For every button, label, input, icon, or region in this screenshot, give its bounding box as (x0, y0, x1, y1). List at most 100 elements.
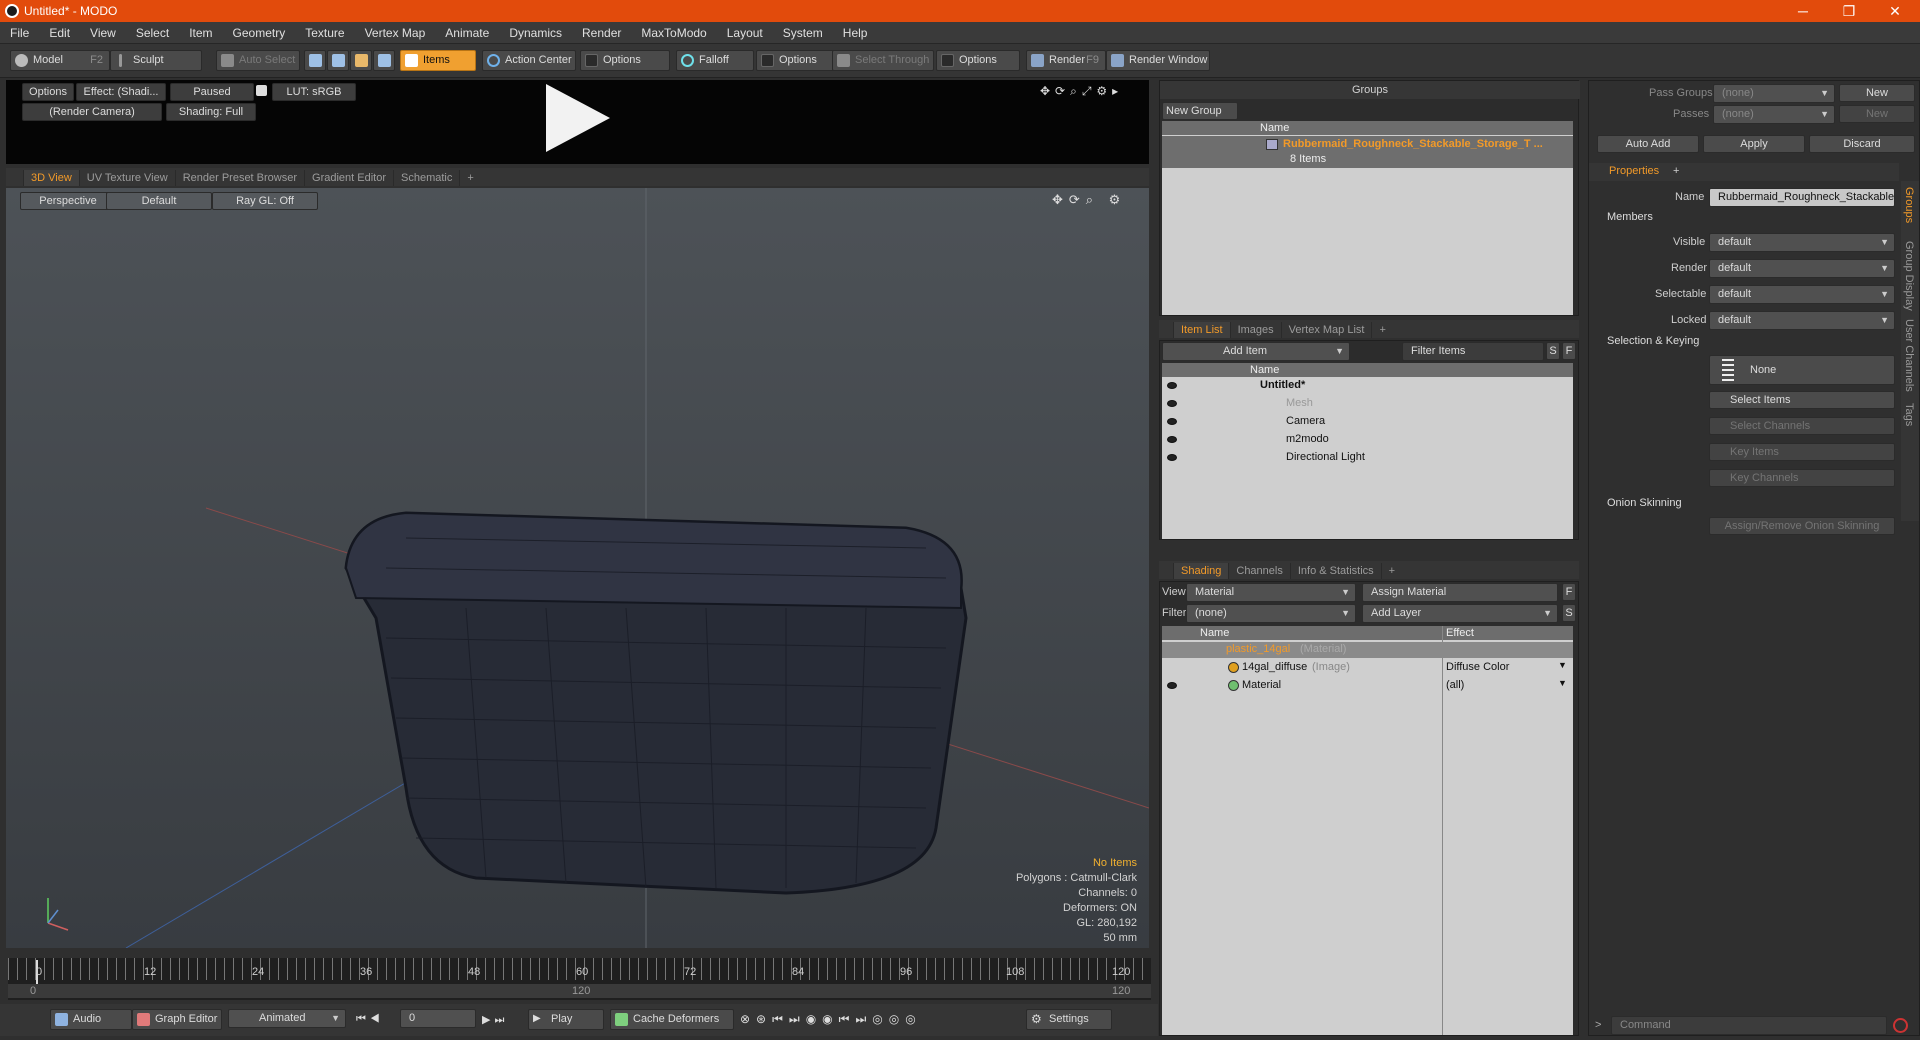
tab-channels[interactable]: Channels (1229, 563, 1291, 579)
new-group-button[interactable]: New Group (1162, 102, 1238, 120)
apply-button[interactable]: Apply (1703, 135, 1805, 153)
render-button[interactable]: Render F9 (1026, 50, 1106, 71)
list-item-camera[interactable]: Camera (1286, 415, 1325, 427)
shader-row-material[interactable]: Material (all) ▼ (1162, 678, 1573, 694)
auto-select-button[interactable]: Auto Select (216, 50, 300, 71)
visibility-eye-icon[interactable] (1167, 454, 1177, 461)
sculpt-mode-button[interactable]: Sculpt (110, 50, 202, 71)
menu-select[interactable]: Select (126, 26, 179, 40)
falloff-options-button[interactable]: Options (756, 50, 836, 71)
tab-gradient-editor[interactable]: Gradient Editor (305, 170, 394, 186)
group-row[interactable]: Rubbermaid_Roughneck_Stackable_Storage_T… (1162, 136, 1573, 168)
menu-animate[interactable]: Animate (435, 26, 499, 40)
shader-row-material-group[interactable]: plastic_14gal (Material) (1162, 642, 1573, 658)
menu-texture[interactable]: Texture (295, 26, 354, 40)
settings-button[interactable]: ⚙ Settings (1026, 1009, 1112, 1030)
graph-editor-button[interactable]: Graph Editor (132, 1009, 222, 1030)
visibility-eye-icon[interactable] (1167, 400, 1177, 407)
menu-layout[interactable]: Layout (717, 26, 773, 40)
select-items-button[interactable]: Select Items (1709, 391, 1895, 409)
tab-info-statistics[interactable]: Info & Statistics (1291, 563, 1382, 579)
tab-collapse-icon[interactable] (1159, 322, 1174, 338)
auto-add-button[interactable]: Auto Add (1597, 135, 1699, 153)
tab-add-button[interactable]: + (1372, 322, 1392, 338)
lock-icon[interactable] (256, 85, 267, 96)
selectable-dropdown[interactable]: default ▼ (1709, 285, 1895, 304)
animated-dropdown[interactable]: Animated ▼ (228, 1009, 346, 1028)
shading-s-button[interactable]: S (1562, 604, 1576, 622)
side-tab-user-channels[interactable]: User Channels (1903, 319, 1915, 392)
side-tab-tags[interactable]: Tags (1903, 403, 1915, 426)
tab-3d-view[interactable]: 3D View (24, 170, 80, 186)
pass-groups-dropdown[interactable]: (none) ▼ (1713, 84, 1835, 103)
action-center-button[interactable]: Action Center (482, 50, 576, 71)
vertices-mode-button[interactable] (304, 50, 326, 71)
list-item-m2modo[interactable]: m2modo (1286, 433, 1329, 445)
new-pass-button[interactable]: New (1839, 105, 1915, 123)
tab-vertex-map-list[interactable]: Vertex Map List (1282, 322, 1373, 338)
item-list-s-button[interactable]: S (1546, 342, 1560, 360)
list-item-mesh[interactable]: Mesh (1286, 397, 1313, 409)
add-item-dropdown[interactable]: Add Item ▼ (1162, 342, 1350, 361)
3d-viewport[interactable]: Perspective Default Ray GL: Off ✥⟳⌕ ⚙ No… (6, 188, 1149, 948)
side-tab-group-display[interactable]: Group Display (1903, 241, 1915, 311)
preview-camera-dropdown[interactable]: (Render Camera) (22, 103, 162, 121)
members-section[interactable]: Members (1607, 211, 1653, 223)
play-button[interactable]: ▶ Play (528, 1009, 604, 1030)
filter-items-input[interactable]: Filter Items (1402, 342, 1544, 361)
items-mode-button[interactable]: Items (400, 50, 476, 71)
menu-vertex-map[interactable]: Vertex Map (355, 26, 436, 40)
visibility-eye-icon[interactable] (1167, 436, 1177, 443)
menu-geometry[interactable]: Geometry (223, 26, 296, 40)
polygons-mode-button[interactable] (350, 50, 372, 71)
falloff-button[interactable]: Falloff (676, 50, 754, 71)
select-through-options-button[interactable]: Options (936, 50, 1020, 71)
filter-dropdown[interactable]: (none) ▼ (1186, 604, 1356, 623)
menu-maxtomodo[interactable]: MaxToModo (631, 26, 716, 40)
menu-view[interactable]: View (80, 26, 126, 40)
tab-add-button[interactable]: + (1382, 563, 1402, 579)
select-channels-button[interactable]: Select Channels (1709, 417, 1895, 435)
tab-add-button[interactable]: + (460, 170, 480, 186)
edges-mode-button[interactable] (327, 50, 349, 71)
shader-row-diffuse[interactable]: 14gal_diffuse (Image) Diffuse Color ▼ (1162, 660, 1573, 676)
visible-dropdown[interactable]: default ▼ (1709, 233, 1895, 252)
preview-effect-dropdown[interactable]: Effect: (Shadi... (76, 83, 166, 101)
preview-paused-button[interactable]: Paused (170, 83, 254, 101)
tab-uv-texture-view[interactable]: UV Texture View (80, 170, 176, 186)
frame-input[interactable]: 0 (400, 1009, 476, 1028)
maximize-button[interactable]: ❐ (1826, 0, 1872, 22)
command-input[interactable]: Command (1611, 1016, 1887, 1035)
menu-edit[interactable]: Edit (39, 26, 80, 40)
menu-file[interactable]: File (0, 26, 39, 40)
side-tab-groups[interactable]: Groups (1903, 187, 1915, 223)
keyframe-tool-icons[interactable]: ⊗⊛⏮⏭◉◉⏮⏭◎◎◎ (740, 1012, 922, 1027)
visibility-eye-icon[interactable] (1167, 418, 1177, 425)
list-item-untitled[interactable]: Untitled* (1260, 379, 1305, 391)
onion-skinning-section[interactable]: Onion Skinning (1607, 497, 1682, 509)
item-list-f-button[interactable]: F (1562, 342, 1576, 360)
tab-shading[interactable]: Shading (1174, 563, 1230, 579)
assign-material-button[interactable]: Assign Material (1362, 583, 1558, 602)
play-icon[interactable] (546, 84, 610, 152)
tab-render-preset-browser[interactable]: Render Preset Browser (176, 170, 306, 186)
model-mode-button[interactable]: Model F2 (10, 50, 110, 71)
list-item-directional-light[interactable]: Directional Light (1286, 451, 1365, 463)
cache-deformers-button[interactable]: Cache Deformers (610, 1009, 734, 1030)
action-center-options-button[interactable]: Options (580, 50, 670, 71)
assign-onion-skinning-button[interactable]: Assign/Remove Onion Skinning (1709, 517, 1895, 535)
shading-f-button[interactable]: F (1562, 583, 1576, 601)
preview-options-button[interactable]: Options (22, 83, 74, 101)
skip-back-icons[interactable]: ⏮◀ (356, 1013, 384, 1026)
tab-properties[interactable]: Properties (1609, 165, 1659, 177)
passes-dropdown[interactable]: (none) ▼ (1713, 105, 1835, 124)
preview-nav-icons[interactable]: ✥⟳⌕⤢⚙▸ (1040, 84, 1123, 99)
audio-button[interactable]: Audio (50, 1009, 132, 1030)
preview-lut-dropdown[interactable]: LUT: sRGB (272, 83, 356, 101)
tab-images[interactable]: Images (1231, 322, 1282, 338)
locked-dropdown[interactable]: default ▼ (1709, 311, 1895, 330)
tab-collapse-icon[interactable] (1159, 563, 1174, 579)
tab-collapse-icon[interactable] (6, 170, 24, 186)
visibility-eye-icon[interactable] (1167, 382, 1177, 389)
render-dropdown[interactable]: default ▼ (1709, 259, 1895, 278)
